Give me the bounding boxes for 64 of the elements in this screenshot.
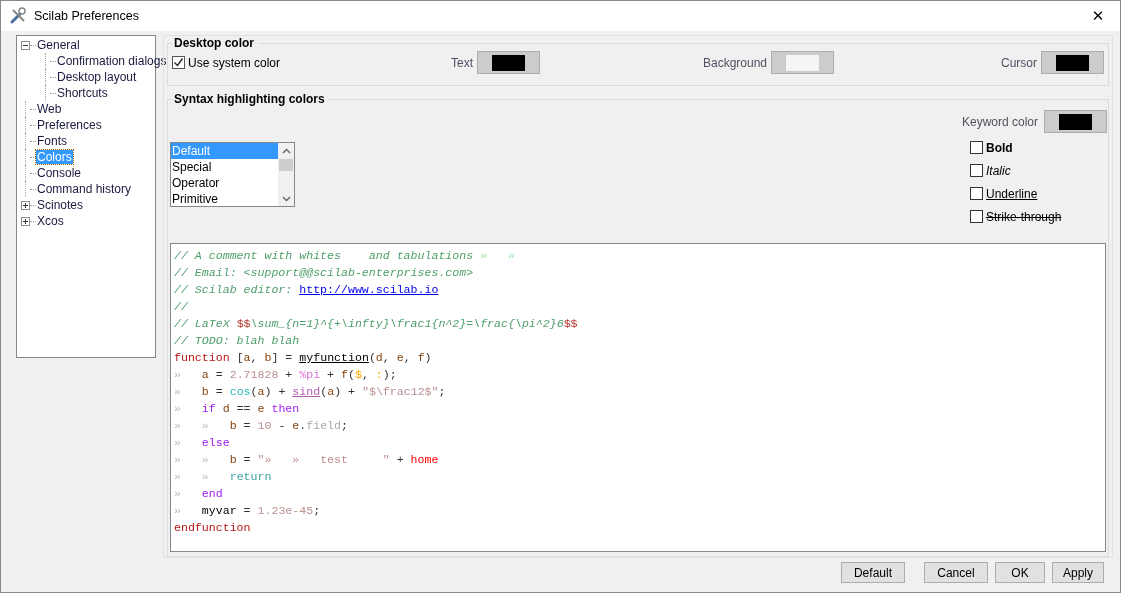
scrollbar[interactable] (278, 143, 294, 206)
expander-icon[interactable] (21, 200, 30, 210)
tree-item[interactable]: Command history (36, 182, 133, 196)
code-line: » » b = "» » test " + home (174, 452, 440, 468)
code-line: // Email: <support@@scilab-enterprises.com> (174, 265, 475, 281)
checkbox[interactable] (969, 141, 983, 154)
checkbox-label: Use system color (188, 55, 281, 70)
color-button[interactable] (1041, 51, 1104, 74)
color-button[interactable] (771, 51, 834, 74)
dialog-button[interactable]: Cancel (923, 562, 988, 583)
scroll-down-icon[interactable] (281, 196, 291, 202)
code-line: // Scilab editor: http://www.scilab.io (174, 282, 440, 298)
checkbox-label: Bold (985, 140, 1013, 155)
list-item[interactable]: Special (171, 159, 278, 175)
dialog-button[interactable]: Apply (1051, 562, 1104, 583)
color-label: Keyword color (961, 114, 1038, 129)
tree-item[interactable]: Desktop layout (56, 70, 138, 84)
checkbox[interactable] (969, 164, 983, 177)
code-line: » » b = 10 - e.field; (174, 418, 349, 434)
tree-item[interactable]: Scinotes (36, 198, 85, 212)
code-line: » myvar = 1.23e-45; (174, 503, 322, 519)
close-button[interactable]: ✕ (1076, 1, 1120, 31)
color-button[interactable] (1044, 110, 1107, 133)
expander-icon[interactable] (21, 40, 30, 50)
checkbox-label: Underline (985, 186, 1038, 201)
group-title: Syntax highlighting colors (173, 92, 326, 106)
checkbox-label: Strike-through (985, 209, 1062, 224)
checkbox-label: Italic (985, 163, 1011, 178)
list-item[interactable]: Operator (171, 175, 278, 191)
color-label: Text (451, 55, 473, 70)
color-label: Background (702, 55, 767, 70)
code-line: // (174, 299, 189, 315)
code-line: » a = 2.71828 + %pi + f($, :); (174, 367, 398, 383)
list-item[interactable]: Primitive (171, 191, 278, 207)
tree-item[interactable]: Web (36, 102, 63, 116)
code-line: » else (174, 435, 231, 451)
tools-icon (9, 7, 27, 25)
tree-item[interactable]: Confirmation dialogs (56, 54, 168, 68)
scroll-up-icon[interactable] (281, 148, 291, 154)
code-line: » » return (174, 469, 273, 485)
code-line: » end (174, 486, 224, 502)
code-line: » b = cos(a) + sind(a) + "$\frac12$"; (174, 384, 447, 400)
window-title: Scilab Preferences (34, 9, 139, 23)
checkbox[interactable] (969, 187, 983, 200)
tree-item[interactable]: Preferences (36, 118, 103, 132)
dialog-button[interactable]: Default (840, 562, 905, 583)
tree-item[interactable]: General (36, 38, 81, 52)
tree-item[interactable]: Console (36, 166, 83, 180)
color-label: Cursor (1001, 55, 1037, 70)
expander-icon[interactable] (21, 216, 30, 226)
tree-item[interactable]: Xcos (36, 214, 65, 228)
tree-item[interactable]: Fonts (36, 134, 68, 148)
checkbox[interactable] (172, 56, 185, 69)
color-button[interactable] (477, 51, 540, 74)
code-line: // LaTeX $$\sum_{n=1}^{+\infty}\frac1{n^2}=\frac{\pi^2}6$$ (174, 316, 579, 332)
code-line: » if d == e then (174, 401, 301, 417)
code-line: function [a, b] = myfunction(d, e, f) (174, 350, 433, 366)
group-title: Desktop color (173, 36, 255, 50)
tree-item[interactable]: Shortcuts (56, 86, 109, 100)
code-line: // TODO: blah blah (174, 333, 301, 349)
code-line: // A comment with whites and tabulations » » (174, 248, 516, 264)
dialog-button[interactable]: OK (994, 562, 1045, 583)
code-line: endfunction (174, 520, 252, 536)
checkbox[interactable] (969, 210, 983, 223)
